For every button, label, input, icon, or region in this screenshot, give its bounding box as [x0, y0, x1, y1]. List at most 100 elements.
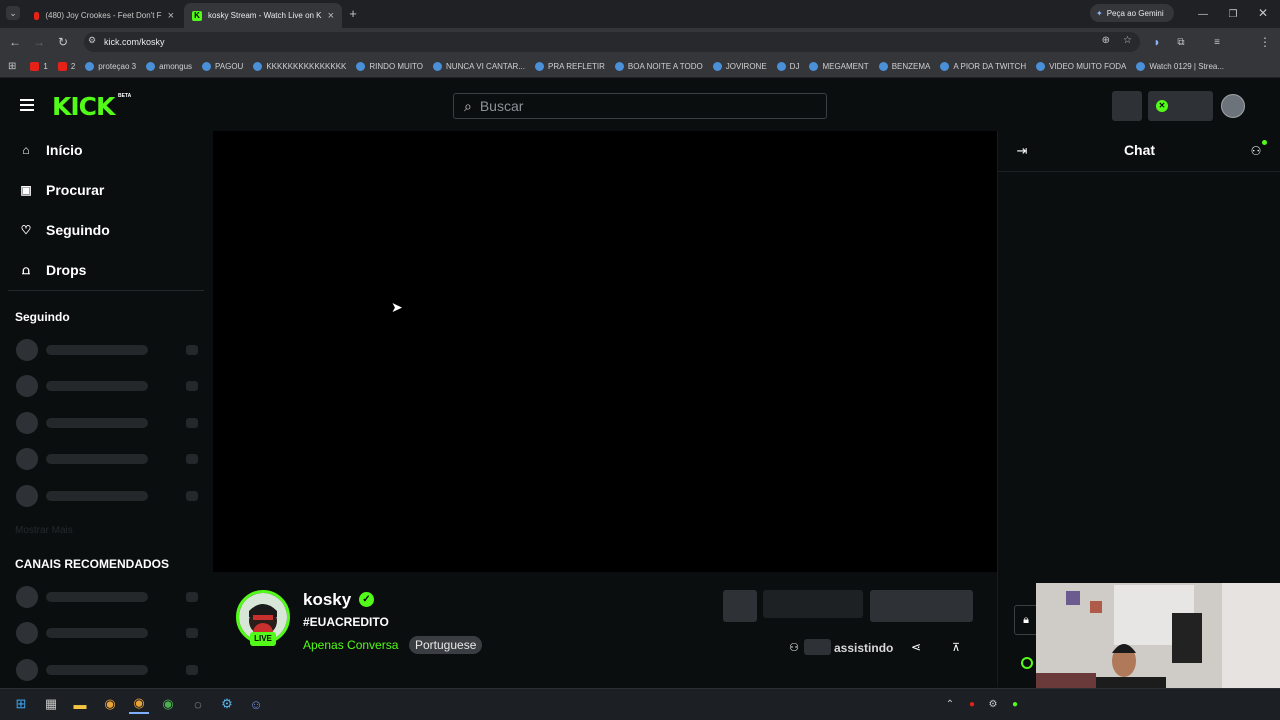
reload-icon[interactable]: ↻	[56, 35, 70, 49]
forward-icon[interactable]: →	[32, 35, 46, 49]
hamburger-menu-icon[interactable]	[20, 99, 34, 111]
bookmark-item[interactable]: Watch 0129 | Strea...	[1136, 62, 1224, 71]
bookmark-item[interactable]: KKKKKKKKKKKKKKK	[253, 62, 346, 71]
sidebar-item-label: Procurar	[46, 182, 105, 198]
link-icon	[776, 62, 786, 71]
sidebar-item-procurar[interactable]: ▣ Procurar	[18, 182, 104, 198]
channel-skeleton-button[interactable]	[723, 590, 757, 622]
sidebar-item-label: Drops	[46, 262, 87, 278]
bookmark-label: DJ	[789, 62, 800, 71]
tab-search-icon[interactable]: ⌄	[6, 6, 20, 20]
category-link[interactable]: Apenas Conversa	[303, 638, 398, 652]
bookmark-item[interactable]: MEGAMENT	[809, 62, 869, 71]
bookmark-label: A PIOR DA TWITCH	[953, 62, 1027, 71]
bookmark-item[interactable]: BOA NOITE A TODO	[614, 62, 703, 71]
chat-lock-icon[interactable]: 🔒︎	[1014, 605, 1038, 635]
bookmark-item[interactable]: 2	[57, 62, 75, 71]
link-icon	[809, 62, 819, 71]
sidebar-item-seguindo[interactable]: ♡ Seguindo	[18, 222, 110, 238]
bookmark-label: MEGAMENT	[822, 62, 869, 71]
follow-button-skeleton[interactable]	[763, 590, 863, 618]
extensions-puzzle-icon[interactable]: ⧉	[1174, 35, 1188, 49]
language-tag[interactable]: Portuguese	[409, 636, 483, 654]
site-info-icon[interactable]: ⚙	[88, 35, 96, 46]
extension-icon[interactable]: ◗	[1150, 35, 1164, 49]
home-icon: ⌂	[22, 143, 30, 157]
link-icon	[1036, 62, 1046, 71]
chrome-icon[interactable]: ◉	[100, 694, 120, 714]
bookmark-item[interactable]: PRA REFLETIR	[535, 62, 605, 71]
gemini-label: Peça ao Gemini	[1106, 8, 1164, 18]
clip-icon[interactable]: ⊼	[949, 640, 963, 654]
chrome-profile-icon[interactable]: ◉	[158, 694, 178, 714]
bookmark-item[interactable]: PAGOU	[202, 62, 243, 71]
stream-title: #EUACREDITO	[303, 615, 389, 629]
bookmark-item[interactable]: amongus	[146, 62, 192, 71]
reading-list-icon[interactable]: ≡	[1210, 35, 1224, 49]
url-text: kick.com/kosky	[104, 37, 165, 47]
kick-logo[interactable]: KICK	[52, 92, 115, 121]
chat-users-icon[interactable]: ⚇	[1248, 143, 1264, 159]
browser-tab-youtube[interactable]: (480) Joy Crookes - Feet Don't F ×	[26, 3, 182, 28]
gemini-button[interactable]: ✦ Peça ao Gemini	[1090, 4, 1174, 22]
sidebar-item-inicio[interactable]: ⌂ Início	[18, 142, 82, 158]
chat-divider	[998, 171, 1280, 172]
bookmark-item[interactable]: BENZEMA	[878, 62, 931, 71]
apps-grid-icon[interactable]: ⊞	[8, 61, 16, 72]
browser-tab-kick[interactable]: K kosky Stream - Watch Live on K ×	[184, 3, 342, 28]
bookmark-label: PAGOU	[215, 62, 244, 71]
viewers-icon: ⚇	[789, 641, 799, 654]
file-explorer-icon[interactable]: ▬	[70, 694, 90, 714]
minimize-window-icon[interactable]: —	[1196, 7, 1210, 21]
calculator-icon[interactable]: ▦	[41, 694, 61, 714]
address-bar[interactable]: ⚙ kick.com/kosky ⊕ ☆	[84, 32, 1140, 52]
channel-name[interactable]: kosky	[303, 590, 351, 610]
discord-icon[interactable]: ☺	[246, 694, 266, 714]
zoom-icon[interactable]: ⊕	[1102, 35, 1110, 46]
bookmark-item[interactable]: RINDO MUITO	[356, 62, 423, 71]
tray-steam-icon[interactable]: ⚙	[983, 694, 1003, 714]
link-icon	[535, 62, 545, 71]
following-heading: Seguindo	[15, 310, 70, 324]
bookmark-star-icon[interactable]: ☆	[1123, 35, 1132, 46]
close-tab-icon[interactable]: ×	[168, 10, 174, 22]
tray-record-icon[interactable]: ●	[962, 694, 982, 714]
show-more-link[interactable]: Mostrar Mais	[15, 525, 73, 536]
bookmark-item[interactable]: proteçao 3	[85, 62, 136, 71]
user-avatar[interactable]	[1221, 94, 1245, 118]
bookmark-label: amongus	[159, 62, 193, 71]
kick-points-chat-icon[interactable]	[1021, 657, 1033, 669]
bookmark-item[interactable]: VIDEO MUITO FODA	[1036, 62, 1126, 71]
sidebar-item-drops[interactable]: ⩍ Drops	[18, 262, 86, 278]
back-icon[interactable]: ←	[8, 35, 22, 49]
bookmark-item[interactable]: NUNCA VI CANTAR...	[433, 62, 525, 71]
recommended-skeleton-row	[16, 659, 198, 681]
close-tab-icon[interactable]: ×	[328, 10, 334, 22]
video-player[interactable]: ➤	[213, 131, 997, 572]
windows-start-icon[interactable]: ⊞	[11, 694, 31, 714]
steam-icon[interactable]: ⚙	[217, 694, 237, 714]
bookmark-item[interactable]: JOVIRONE	[712, 62, 767, 71]
new-tab-button[interactable]: +	[346, 6, 360, 21]
kick-points-button[interactable]: ✕	[1148, 91, 1213, 121]
share-icon[interactable]: ⋖	[909, 640, 923, 654]
viewer-count-skeleton	[804, 639, 831, 655]
verified-badge-icon: ✓	[359, 592, 374, 607]
browse-icon: ▣	[20, 183, 32, 197]
header-skeleton-button[interactable]	[1112, 91, 1142, 121]
bookmark-item[interactable]: DJ	[776, 62, 800, 71]
browser-menu-icon[interactable]: ⋮	[1258, 35, 1272, 49]
tray-chevron-icon[interactable]: ⌃	[940, 694, 960, 714]
chrome-active-icon[interactable]: ◉	[129, 694, 149, 714]
close-window-icon[interactable]: ✕	[1256, 6, 1270, 20]
bookmark-item[interactable]: 1	[30, 62, 48, 71]
obs-icon[interactable]: ◌	[188, 694, 208, 714]
bookmark-item[interactable]: A PIOR DA TWITCH	[940, 62, 1026, 71]
tray-app-icon[interactable]: ●	[1005, 694, 1025, 714]
bookmark-label: BENZEMA	[891, 62, 931, 71]
search-input[interactable]: ⌕ Buscar	[453, 93, 827, 119]
restore-window-icon[interactable]: ❐	[1226, 7, 1240, 21]
link-icon	[1136, 62, 1146, 71]
sidebar-divider	[8, 290, 204, 291]
subscribe-button-skeleton[interactable]	[870, 590, 973, 622]
